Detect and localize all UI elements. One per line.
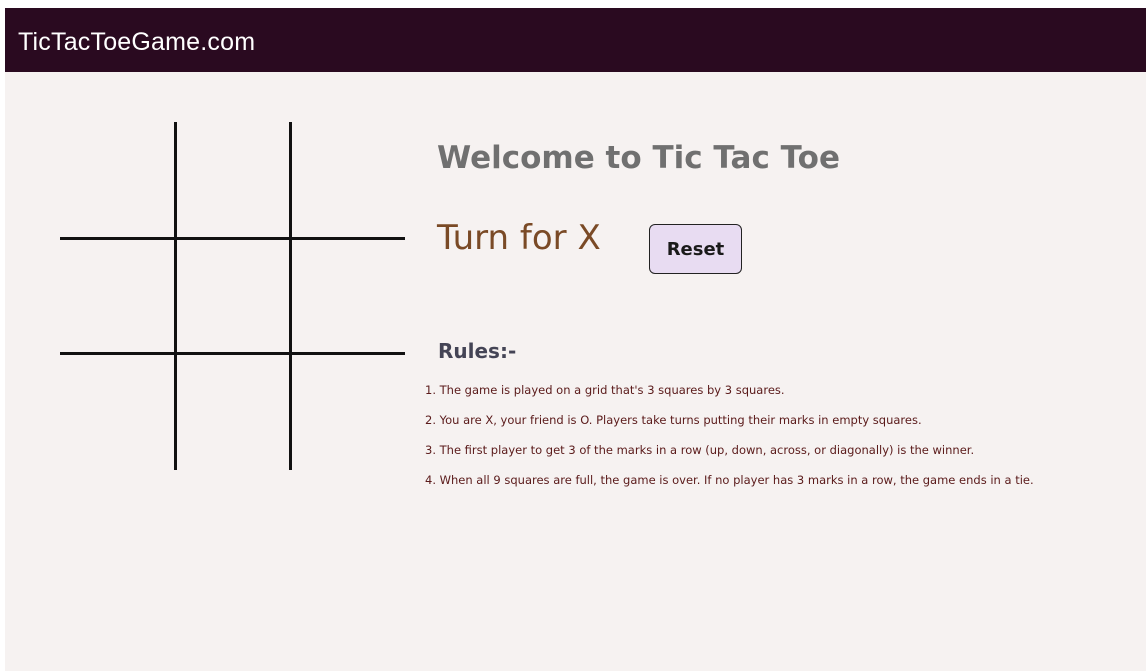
- board-cell-8[interactable]: [175, 354, 290, 469]
- board-cell-9[interactable]: [290, 354, 405, 469]
- board-cell-6[interactable]: [290, 238, 405, 353]
- welcome-heading: Welcome to Tic Tac Toe: [437, 140, 840, 176]
- board-cell-4[interactable]: [60, 238, 175, 353]
- tic-tac-toe-board: [60, 122, 405, 470]
- board-cell-7[interactable]: [60, 354, 175, 469]
- grid-line-horizontal-2: [60, 352, 405, 355]
- board-cell-3[interactable]: [290, 122, 405, 237]
- board-cell-1[interactable]: [60, 122, 175, 237]
- board-cell-5[interactable]: [175, 238, 290, 353]
- site-brand[interactable]: TicTacToeGame.com: [18, 27, 255, 57]
- rules-list: 1. The game is played on a grid that's 3…: [425, 375, 1034, 495]
- rule-item: 2. You are X, your friend is O. Players …: [425, 413, 922, 427]
- grid-line-horizontal-1: [60, 237, 405, 240]
- grid-line-vertical-2: [289, 122, 292, 470]
- rule-item: 4. When all 9 squares are full, the game…: [425, 473, 1034, 487]
- rule-item: 3. The first player to get 3 of the mark…: [425, 443, 975, 457]
- rule-item: 1. The game is played on a grid that's 3…: [425, 383, 785, 397]
- reset-button[interactable]: Reset: [649, 224, 742, 274]
- page: TicTacToeGame.com Welcome to Tic Tac Toe…: [5, 8, 1146, 671]
- rules-heading: Rules:-: [438, 339, 517, 363]
- grid-line-vertical-1: [174, 122, 177, 470]
- board-cell-2[interactable]: [175, 122, 290, 237]
- navbar: TicTacToeGame.com: [5, 8, 1146, 72]
- turn-indicator: Turn for X: [437, 218, 601, 258]
